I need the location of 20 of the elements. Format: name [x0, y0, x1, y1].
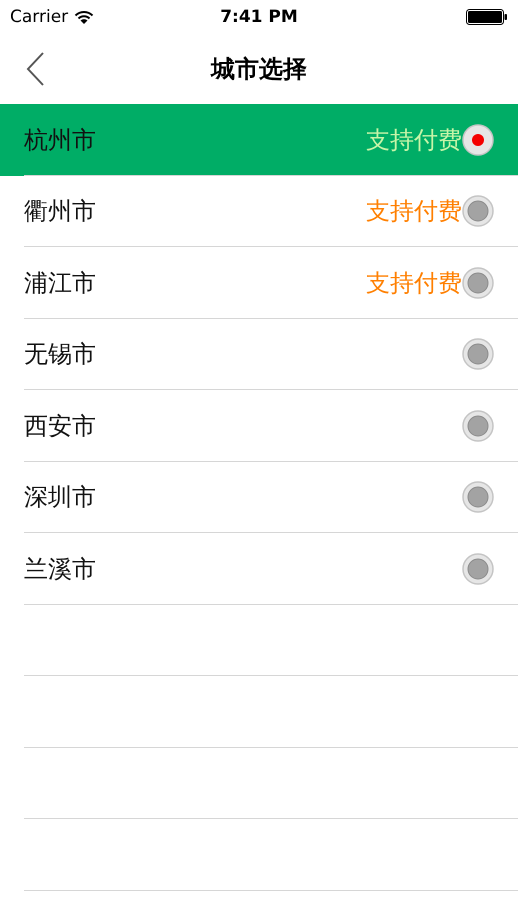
city-name: 深圳市: [24, 482, 96, 514]
city-row[interactable]: 衢州市 支持付费: [0, 176, 518, 247]
city-name: 西安市: [24, 410, 96, 442]
payment-label: 支持付费: [366, 196, 462, 228]
city-row[interactable]: 深圳市: [0, 462, 518, 533]
city-name: 杭州市: [24, 124, 96, 156]
city-row[interactable]: 杭州市 支持付费: [0, 104, 518, 176]
payment-label: 支持付费: [366, 124, 462, 156]
payment-label: 支持付费: [366, 268, 462, 299]
city-name: 浦江市: [24, 268, 96, 299]
page-title: 城市选择: [211, 54, 307, 85]
city-name: 衢州市: [24, 196, 96, 228]
clock-time: 7:41 PM: [220, 7, 298, 27]
city-row[interactable]: 浦江市 支持付费: [0, 247, 518, 318]
city-row[interactable]: 无锡市: [0, 318, 518, 390]
city-name: 兰溪市: [24, 554, 96, 585]
city-name: 无锡市: [24, 339, 96, 370]
city-row[interactable]: 兰溪市: [0, 533, 518, 604]
city-row[interactable]: 西安市: [0, 390, 518, 462]
carrier-name: Carrier: [10, 7, 68, 27]
